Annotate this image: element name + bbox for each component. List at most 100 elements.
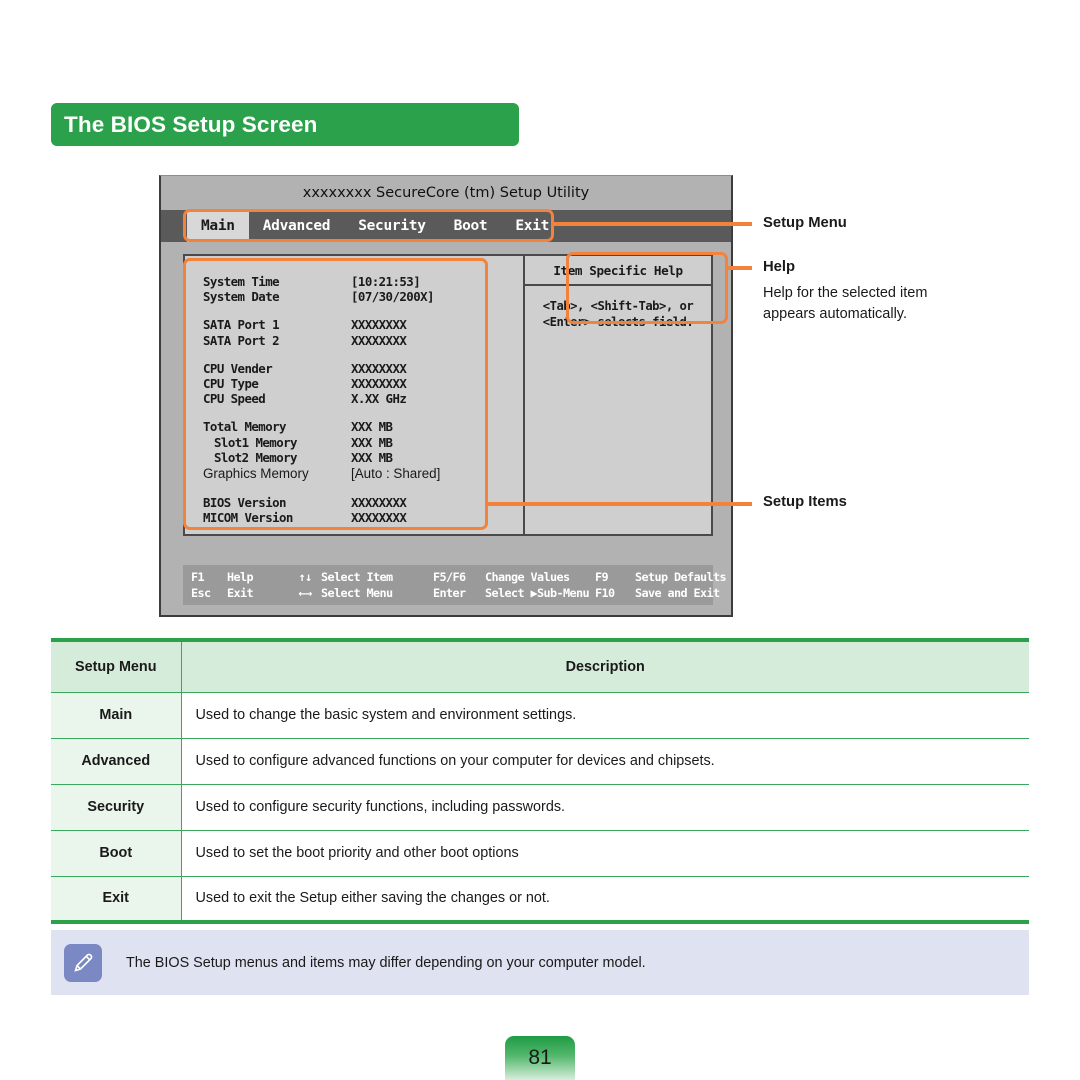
cell-menu-name: Boot	[51, 830, 182, 877]
page-number-badge: 81	[505, 1036, 575, 1080]
cell-description: Used to configure security functions, in…	[181, 784, 1029, 831]
key-f1: F1	[191, 570, 205, 584]
setup-item-value: XXXXXXXX	[351, 360, 407, 376]
key-select-item-action: Select Item	[321, 570, 393, 584]
tab-exit-label: Exit	[515, 218, 550, 234]
keybar-group-2: ↑↓ Select Item ←→ Select Menu	[289, 570, 433, 600]
setup-item-spacer	[203, 348, 523, 361]
bios-title-bar: xxxxxxxx SecureCore (tm) Setup Utility	[161, 176, 731, 210]
setup-item-label: Total Memory	[203, 419, 286, 435]
key-enter: Enter	[433, 586, 466, 600]
setup-item-row-graphics-memory[interactable]: Graphics Memory [Auto : Shared]	[203, 465, 523, 482]
key-f9: F9	[595, 570, 609, 584]
setup-item-value: XXXXXXXX	[351, 376, 407, 392]
keybar-row[interactable]: Esc Exit	[191, 586, 289, 600]
tab-security-label: Security	[358, 218, 426, 234]
tab-security[interactable]: Security	[344, 210, 439, 242]
setup-item-value: X.XX GHz	[351, 391, 407, 407]
setup-item-label: System Date	[203, 289, 280, 305]
setup-item-row[interactable]: BIOS Version XXXXXXXX	[203, 495, 523, 510]
setup-item-label: CPU Vender	[203, 360, 273, 376]
bios-setup-screen-figure: xxxxxxxx SecureCore (tm) Setup Utility M…	[159, 175, 733, 617]
key-left-right-arrow-icon: ←→	[298, 586, 312, 600]
cell-description: Used to change the basic system and envi…	[181, 692, 1029, 739]
setup-item-row[interactable]: CPU Speed X.XX GHz	[203, 391, 523, 406]
setup-item-row[interactable]: Total Memory XXX MB	[203, 419, 523, 434]
cell-menu-name: Exit	[51, 876, 182, 923]
setup-item-row[interactable]: CPU Type XXXXXXXX	[203, 376, 523, 391]
table-row: Exit Used to exit the Setup either savin…	[51, 876, 1029, 923]
setup-item-row[interactable]: CPU Vender XXXXXXXX	[203, 361, 523, 376]
key-select-submenu-action: Select ▶Sub-Menu	[485, 586, 590, 600]
tab-advanced[interactable]: Advanced	[249, 210, 344, 242]
setup-item-value: XXXXXXXX	[351, 510, 407, 526]
setup-item-value: [10:21:53]	[351, 274, 421, 289]
bios-utility-title: xxxxxxxx SecureCore (tm) Setup Utility	[302, 185, 590, 201]
key-up-down-arrow-icon: ↑↓	[298, 570, 312, 584]
setup-item-row[interactable]: SATA Port 2 XXXXXXXX	[203, 333, 523, 348]
page-title: The BIOS Setup Screen	[64, 111, 318, 137]
key-setup-defaults-action: Setup Defaults	[635, 570, 727, 584]
setup-item-label: CPU Speed	[203, 391, 266, 407]
setup-item-value: XXXXXXXX	[351, 317, 407, 333]
setup-item-value: XXX MB	[351, 419, 393, 435]
setup-item-row[interactable]: SATA Port 1 XXXXXXXX	[203, 317, 523, 332]
key-f1-action: Help	[227, 570, 254, 584]
keybar-group-1: F1 Help Esc Exit	[191, 570, 289, 600]
help-panel-line-2: <Enter> selects field.	[542, 315, 694, 329]
callout-help-body: Help for the selected item appears autom…	[763, 285, 928, 322]
setup-item-value: XXX MB	[351, 434, 393, 450]
setup-item-row[interactable]: Slot2 Memory XXX MB	[203, 450, 523, 465]
setup-item-row[interactable]: Slot1 Memory XXX MB	[203, 435, 523, 450]
key-f5-f6: F5/F6	[433, 570, 466, 584]
help-panel-line-1: <Tab>, <Shift-Tab>, or	[542, 299, 694, 313]
bios-content-panel: System Time [10:21:53] System Date [07/3…	[183, 254, 713, 536]
cell-menu-name: Security	[51, 784, 182, 831]
keybar-row[interactable]: F5/F6 Change Values	[433, 570, 595, 584]
table-row: Advanced Used to configure advanced func…	[51, 738, 1029, 785]
tab-boot-label: Boot	[453, 218, 488, 234]
setup-item-value: [Auto : Shared]	[351, 466, 441, 482]
keybar-row[interactable]: F1 Help	[191, 570, 289, 584]
bios-setup-items-list: System Time [10:21:53] System Date [07/3…	[185, 256, 525, 534]
setup-item-label: CPU Type	[203, 376, 259, 392]
setup-item-spacer	[203, 406, 523, 419]
key-esc-action: Exit	[227, 586, 254, 600]
setup-item-label: System Time	[203, 274, 280, 289]
setup-menu-description-table: Setup Menu Description Main Used to chan…	[51, 638, 1029, 924]
setup-item-label: SATA Port 1	[203, 317, 280, 333]
cell-menu-name: Advanced	[51, 738, 182, 785]
setup-item-label: Graphics Memory	[203, 466, 309, 482]
keybar-row[interactable]: F9 Setup Defaults	[595, 570, 745, 584]
tab-advanced-label: Advanced	[262, 218, 331, 234]
setup-item-row[interactable]: System Time [10:21:53]	[203, 274, 523, 289]
cell-description: Used to exit the Setup either saving the…	[181, 876, 1029, 923]
pencil-icon	[64, 943, 102, 982]
keybar-group-3: F5/F6 Change Values Enter Select ▶Sub-Me…	[433, 570, 595, 600]
keybar-row[interactable]: ↑↓ Select Item	[289, 570, 433, 584]
tab-exit[interactable]: Exit	[501, 210, 563, 242]
bios-item-specific-help-panel: Item Specific Help <Tab>, <Shift-Tab>, o…	[525, 256, 711, 534]
bios-tab-bar[interactable]: Main Advanced Security Boot Exit	[161, 210, 731, 242]
setup-item-spacer	[203, 304, 523, 317]
keybar-row[interactable]: F10 Save and Exit	[595, 586, 745, 600]
tab-main[interactable]: Main	[187, 210, 249, 242]
setup-item-value: XXXXXXXX	[351, 332, 407, 348]
key-select-menu-action: Select Menu	[321, 586, 393, 600]
keybar-group-4: F9 Setup Defaults F10 Save and Exit	[595, 570, 745, 600]
keybar-row[interactable]: Enter Select ▶Sub-Menu	[433, 586, 595, 600]
keybar-row[interactable]: ←→ Select Menu	[289, 586, 433, 600]
callout-help-label: Help	[763, 259, 796, 275]
table-row: Main Used to change the basic system and…	[51, 692, 1029, 739]
setup-item-row[interactable]: System Date [07/30/200X]	[203, 289, 523, 304]
setup-item-spacer	[203, 482, 523, 495]
setup-item-row[interactable]: MICOM Version XXXXXXXX	[203, 510, 523, 525]
key-save-and-exit-action: Save and Exit	[635, 586, 720, 600]
table-row: Boot Used to set the boot priority and o…	[51, 830, 1029, 877]
cell-menu-name: Main	[51, 692, 182, 739]
tab-boot[interactable]: Boot	[440, 210, 502, 242]
key-esc: Esc	[191, 586, 211, 600]
page-number: 81	[528, 1046, 552, 1069]
key-change-values-action: Change Values	[485, 570, 570, 584]
setup-item-value: [07/30/200X]	[351, 289, 434, 305]
